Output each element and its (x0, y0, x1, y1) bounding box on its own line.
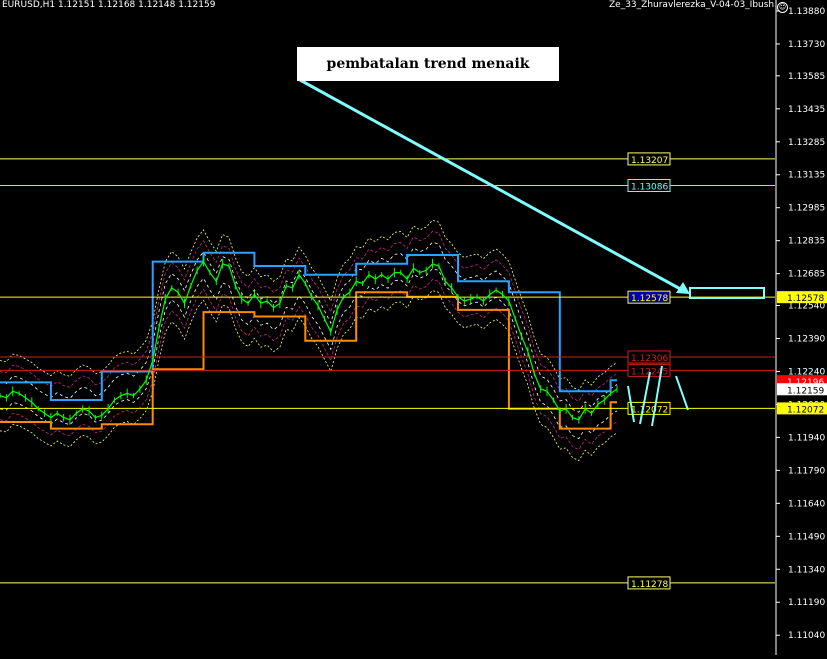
y-tick-label: 1.11190 (788, 598, 825, 608)
y-tick-label: 1.12685 (788, 270, 825, 280)
envelope-inner-lower (0, 268, 618, 440)
y-tick-label: 1.11790 (788, 466, 825, 476)
chart-area: 1.132071.130861.125781.123061.122451.120… (0, 0, 827, 655)
price-chart: 1.132071.130861.125781.123061.122451.120… (0, 0, 827, 655)
y-tick-label: 1.11340 (788, 565, 825, 575)
indicator-label: Ze_33_Zhuravlerezka_V-04-03_Ibush (609, 0, 775, 10)
upper-channel (0, 251, 617, 401)
y-tick-label: 1.13285 (788, 138, 825, 148)
smiley-icon: ☺ (777, 2, 789, 13)
level-label: 1.13207 (631, 156, 668, 166)
annotation-target-box (689, 287, 765, 299)
axis-price-tag-label: 1.12578 (787, 294, 824, 304)
y-tick-label: 1.13585 (788, 72, 825, 82)
y-tick-label: 1.13880 (788, 7, 825, 17)
indicator-name: Ze_33_Zhuravlerezka_V-04-03_Ibush ☺ (609, 0, 789, 13)
level-label: 1.11278 (631, 580, 668, 590)
y-tick-label: 1.11940 (788, 433, 825, 443)
y-tick-label: 1.12390 (788, 334, 825, 344)
y-tick-label: 1.13730 (788, 40, 825, 50)
signal-arrow (675, 375, 689, 411)
axis-price-tag-label: 1.12159 (787, 386, 824, 396)
level-label: 1.12578 (631, 294, 668, 304)
y-tick-label: 1.13435 (788, 105, 825, 115)
y-tick-label: 1.13135 (788, 171, 825, 181)
envelope-inner-upper (0, 241, 618, 413)
y-tick-label: 1.12985 (788, 204, 825, 214)
level-label: 1.12306 (631, 354, 668, 364)
y-tick-label: 1.11640 (788, 499, 825, 509)
y-tick-label: 1.11040 (788, 631, 825, 641)
annotation-box: pembatalan trend menaik (297, 47, 559, 81)
annotation-text: pembatalan trend menaik (326, 56, 530, 72)
axis-price-tag-label: 1.12072 (787, 405, 824, 415)
chart-header-symbol: EURUSD,H1 1.12151 1.12168 1.12148 1.1215… (2, 0, 216, 10)
signal-arrow (639, 371, 651, 425)
level-label: 1.12072 (631, 405, 668, 415)
y-tick-label: 1.11490 (788, 532, 825, 542)
level-label: 1.13086 (631, 183, 668, 193)
y-tick-label: 1.12835 (788, 237, 825, 247)
